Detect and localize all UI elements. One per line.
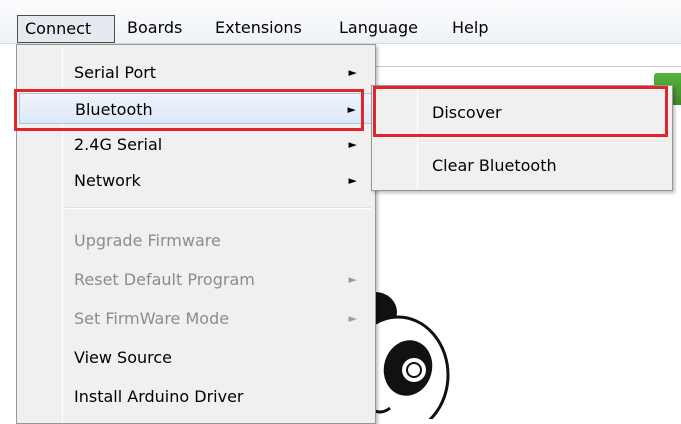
menu-item-install-arduino-driver[interactable]: Install Arduino Driver — [19, 381, 373, 412]
menu-extensions[interactable]: Extensions — [209, 15, 308, 43]
menu-boards[interactable]: Boards — [121, 15, 188, 43]
menu-item-label: Reset Default Program — [74, 270, 255, 289]
submenu-arrow-icon: ► — [348, 66, 357, 79]
menu-item-label: Serial Port — [74, 63, 157, 82]
menu-item-network[interactable]: Network ► — [19, 165, 373, 196]
submenu-item-label: Clear Bluetooth — [432, 156, 557, 175]
menu-item-2-4g-serial[interactable]: 2.4G Serial ► — [19, 129, 373, 160]
menu-language[interactable]: Language — [333, 15, 424, 43]
submenu-arrow-icon: ► — [348, 273, 357, 286]
submenu-arrow-icon: ► — [348, 174, 357, 187]
canvas-divider — [372, 66, 681, 67]
menu-item-label: 2.4G Serial — [74, 135, 163, 154]
menu-item-set-firmware-mode[interactable]: Set FirmWare Mode ► — [19, 303, 373, 334]
submenu-item-clear-bluetooth[interactable]: Clear Bluetooth — [375, 143, 669, 188]
submenu-item-discover[interactable]: Discover — [375, 90, 669, 135]
menu-separator — [65, 207, 371, 209]
menu-item-reset-default-program[interactable]: Reset Default Program ► — [19, 264, 373, 295]
menu-item-upgrade-firmware[interactable]: Upgrade Firmware — [19, 225, 373, 256]
menu-connect[interactable]: Connect — [17, 15, 115, 43]
bluetooth-submenu: Discover Clear Bluetooth — [371, 85, 673, 191]
menu-help[interactable]: Help — [446, 15, 494, 43]
menu-item-view-source[interactable]: View Source — [19, 342, 373, 373]
menu-item-label: Set FirmWare Mode — [74, 309, 230, 328]
submenu-arrow-icon: ► — [348, 138, 357, 151]
menu-item-serial-port[interactable]: Serial Port ► — [19, 57, 373, 88]
menu-item-label: Upgrade Firmware — [74, 231, 221, 250]
menu-item-bluetooth[interactable]: Bluetooth ► — [19, 93, 373, 124]
submenu-item-label: Discover — [432, 103, 502, 122]
submenu-arrow-icon: ► — [348, 312, 357, 325]
menu-bar: Connect Boards Extensions Language Help — [0, 0, 681, 44]
menu-item-label: Network — [74, 171, 141, 190]
menu-item-label: Bluetooth — [75, 100, 153, 119]
submenu-arrow-icon: ► — [347, 103, 356, 116]
menu-item-label: Install Arduino Driver — [74, 387, 244, 406]
connect-dropdown-menu: Serial Port ► Bluetooth ► 2.4G Serial ► … — [16, 44, 376, 424]
menu-item-label: View Source — [74, 348, 173, 367]
